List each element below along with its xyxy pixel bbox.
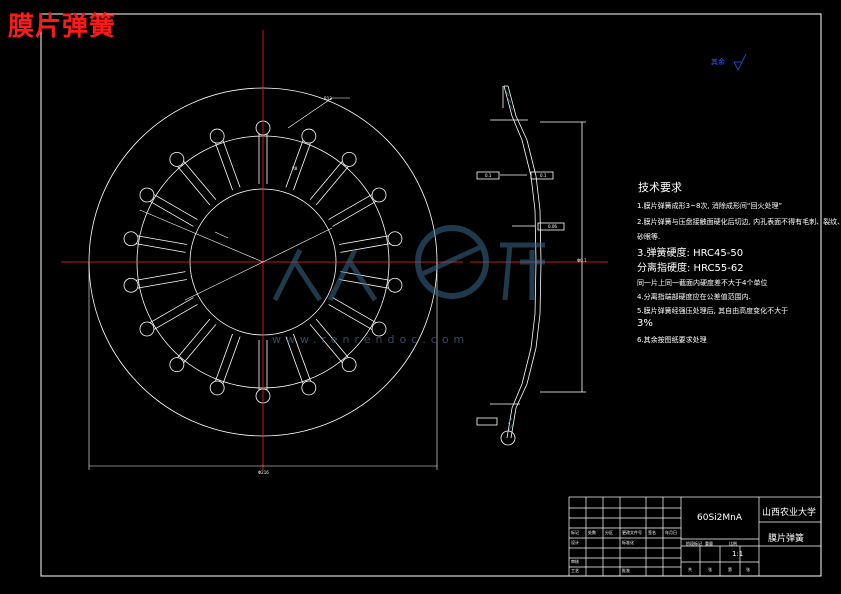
- tb-role-label: 审核: [571, 559, 579, 564]
- slot-end-hole: [169, 151, 185, 167]
- slot-end-hole: [387, 277, 403, 293]
- requirement-item: 同一片上同一截面内硬度差不大于4个单位: [637, 279, 768, 287]
- slot-edge: [340, 271, 390, 281]
- slot-edge: [315, 166, 349, 206]
- title-school: 山西农业大学: [762, 508, 817, 518]
- slot-end-hole: [123, 231, 139, 247]
- slot-end-hole: [387, 231, 403, 247]
- dim-radius-top: R13: [324, 96, 332, 101]
- slot-edge: [332, 201, 377, 227]
- dim-radius-mid: R8: [292, 166, 298, 171]
- slot-end-hole: [209, 128, 225, 144]
- dim-flatness-b: 0.1: [540, 173, 547, 178]
- slot-end-hole: [341, 151, 357, 167]
- slot-edge: [215, 333, 233, 382]
- requirement-item: 6.其余按图纸要求处理: [637, 336, 707, 344]
- dim-runout: 0.06: [548, 224, 557, 229]
- slot-edge: [136, 243, 186, 253]
- tb-role-label: 设计: [571, 540, 579, 545]
- requirement-item: 1.膜片弹簧成形3~8次, 消除成形间“回火处理”: [637, 202, 783, 210]
- slot-edge: [215, 142, 233, 191]
- requirements-title: 技术要求: [638, 181, 682, 194]
- requirement-item: 2.膜片弹簧与压盘接触面硬化后切边, 内孔表面不得有毛刺、裂纹、: [637, 218, 841, 226]
- tb-sheet-label: 张: [746, 567, 750, 572]
- center-lines: [61, 30, 608, 470]
- tb-stage-label: 阶段标记: [686, 541, 702, 546]
- slot-end-hole: [371, 187, 387, 203]
- requirement-item: 5.膜片弹簧经强压处理后, 其自由高度变化不大于: [637, 307, 789, 315]
- slot-edge: [222, 140, 241, 188]
- tb-standardization: 标准化: [622, 540, 634, 545]
- slot-edge: [177, 318, 211, 358]
- tb-role-label: 工艺: [571, 568, 579, 573]
- slot-edge: [183, 161, 217, 200]
- tb-sheet-label: 共: [688, 567, 692, 572]
- requirement-item: 砂眼等.: [637, 233, 661, 241]
- roughness-symbol: [733, 53, 747, 71]
- requirement-item: 3%: [637, 318, 653, 329]
- slot-end-hole: [209, 380, 225, 396]
- slot-edge: [328, 194, 373, 220]
- slot-edge: [328, 304, 373, 330]
- slot-edge: [340, 243, 390, 253]
- slot-edge: [153, 194, 198, 220]
- slot-end-hole: [341, 357, 357, 373]
- watermark-site: www.renrendoc.com: [272, 333, 470, 346]
- slot-edge: [149, 297, 194, 323]
- slot-end-hole: [139, 321, 155, 337]
- slot-edge: [177, 166, 211, 206]
- tb-row-label: 更改文件号: [622, 530, 642, 535]
- slot-edge: [149, 201, 194, 227]
- tb-stage-label: 重量: [705, 541, 713, 546]
- tb-row-label: 年月日: [665, 530, 677, 535]
- dim-flatness-a: 0.1: [485, 173, 492, 178]
- slot-end-hole: [301, 380, 317, 396]
- slot-edge: [137, 235, 187, 245]
- requirement-item: 4.分离指端部硬度应在公差值范围内.: [637, 293, 751, 301]
- dim-side-height: Φ0.1: [577, 258, 587, 263]
- tb-row-label: 标记: [571, 530, 579, 535]
- tb-row-label: 签名: [648, 530, 656, 535]
- tb-stage-label: 比例: [729, 541, 737, 546]
- tb-row-label: 分区: [605, 530, 613, 535]
- roughness-note: 其余: [711, 58, 725, 66]
- tb-role-label: 批准: [622, 568, 630, 573]
- tb-row-label: 处数: [588, 530, 596, 535]
- slot-edge: [332, 297, 377, 323]
- slot-edge: [309, 161, 343, 200]
- slot-end-hole: [123, 277, 139, 293]
- slot-edge: [153, 304, 198, 330]
- slot-edge: [339, 235, 389, 245]
- slot-end-hole: [139, 187, 155, 203]
- slot-edge: [183, 324, 217, 363]
- slot-edge: [137, 279, 187, 289]
- slot-edge: [222, 336, 241, 384]
- slot-end-hole: [169, 357, 185, 373]
- drawing-heading: 膜片弹簧: [8, 12, 117, 42]
- tb-sheet-label: 第: [728, 567, 732, 572]
- title-drawing-name: 膜片弹簧: [768, 534, 805, 544]
- requirement-item: 3.弹簧硬度: HRC45-50: [637, 248, 744, 259]
- slot-edge: [285, 140, 304, 188]
- tb-sheet-label: 张: [708, 567, 712, 572]
- watermark-logo: [272, 225, 545, 302]
- slot-edge: [136, 271, 186, 281]
- requirement-item: 分离指硬度: HRC55-62: [637, 263, 744, 274]
- title-scale: 1:1: [732, 550, 744, 558]
- slot-end-hole: [301, 128, 317, 144]
- dim-outer-dia: Φ216: [258, 470, 269, 475]
- title-material: 60Si2MnA: [697, 513, 743, 523]
